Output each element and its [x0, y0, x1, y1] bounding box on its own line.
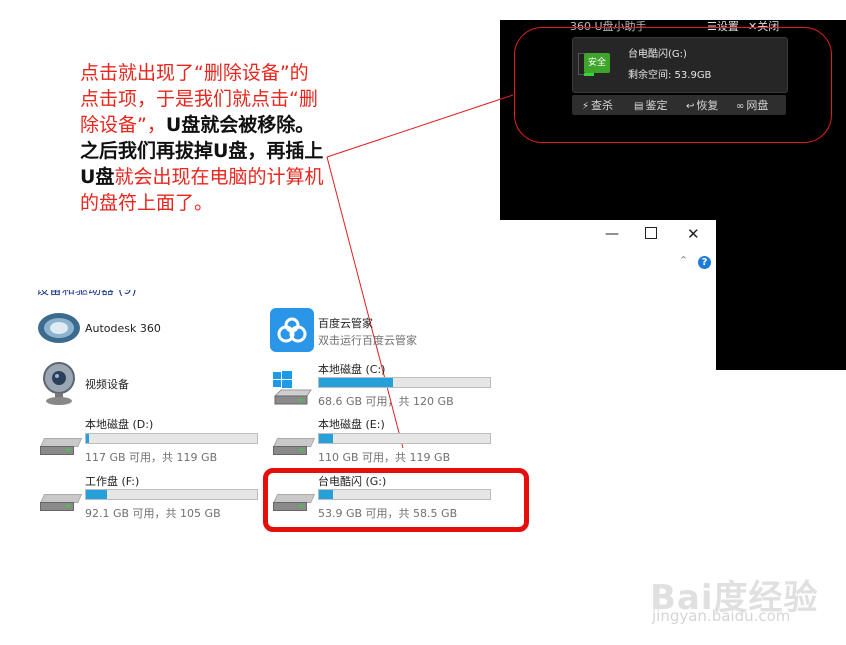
app-title-autodesk[interactable]: Autodesk 360	[85, 322, 161, 335]
drive-usage-fill-c	[319, 378, 393, 387]
annotation-part-3: 就会出现在电脑的计算机的盘符上面了。	[80, 166, 324, 214]
drive-title-f[interactable]: 工作盘 (F:)	[85, 473, 139, 489]
drive-title-d[interactable]: 本地磁盘 (D:)	[85, 416, 153, 432]
drive-usage-bar-d	[85, 433, 258, 444]
app-title-baidu[interactable]: 百度云管家	[318, 315, 373, 331]
devices-section-header: 设备和驱动器 (9)	[36, 290, 137, 298]
windows-drive-icon	[273, 371, 312, 405]
drive-usage-bar-f	[85, 489, 258, 500]
drive-space-d: 117 GB 可用，共 119 GB	[85, 451, 218, 464]
hard-drive-icon	[40, 494, 83, 511]
watermark-url: jingyan.baidu.com	[652, 607, 791, 625]
drive-space-e: 110 GB 可用，共 119 GB	[318, 451, 451, 464]
drive-usage-fill-f	[86, 490, 107, 499]
drive-usage-bar-c	[318, 377, 491, 388]
drive-title-e[interactable]: 本地磁盘 (E:)	[318, 416, 385, 432]
drive-usage-fill-e	[319, 434, 333, 443]
hard-drive-icon	[40, 438, 83, 455]
annotation-text: 点击就出现了“删除设备”的点击项，于是我们就点击“删除设备”，U盘就会被移除。之…	[80, 60, 325, 216]
drive-title-c[interactable]: 本地磁盘 (C:)	[318, 361, 385, 377]
app-title-video[interactable]: 视频设备	[85, 376, 129, 392]
baidu-cloud-icon	[270, 308, 314, 352]
app-subtitle-baidu: 双击运行百度云管家	[318, 334, 417, 347]
hard-drive-icon	[273, 438, 316, 455]
highlight-box	[263, 468, 529, 532]
callout-line-helper	[326, 94, 514, 158]
drive-space-c: 68.6 GB 可用，共 120 GB	[318, 395, 454, 408]
drive-usage-fill-d	[86, 434, 90, 443]
drive-usage-bar-e	[318, 433, 491, 444]
webcam-icon	[43, 362, 75, 405]
autodesk-360-icon	[38, 313, 80, 343]
drive-space-f: 92.1 GB 可用，共 105 GB	[85, 507, 221, 520]
